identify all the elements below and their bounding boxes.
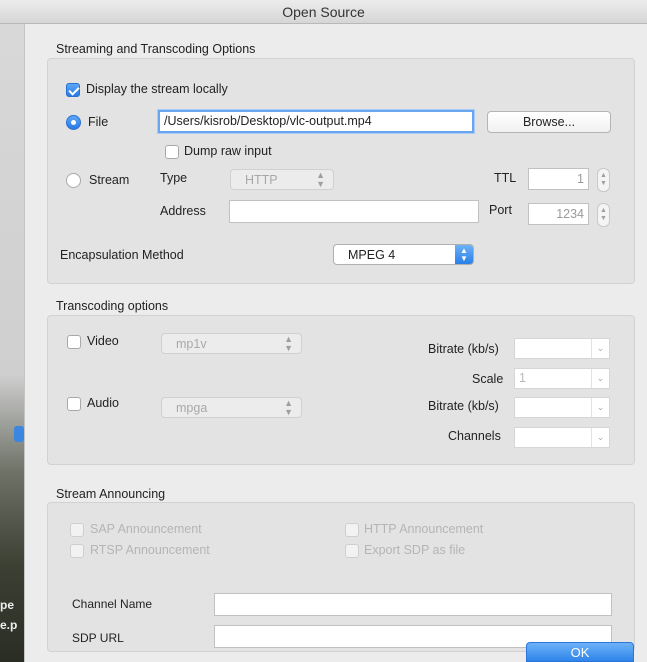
dump-raw-input-checkbox[interactable] [165, 145, 179, 159]
type-label: Type [160, 171, 188, 185]
address-input[interactable] [229, 200, 479, 223]
stepper-down-icon: ▼ [600, 180, 607, 187]
port-label: Port [489, 203, 512, 217]
file-path-input[interactable]: /Users/kisrob/Desktop/vlc-output.mp4 [158, 110, 474, 133]
http-announcement-checkbox[interactable] [345, 523, 359, 537]
stream-radio[interactable] [66, 173, 81, 188]
streaming-section-title: Streaming and Transcoding Options [56, 42, 256, 56]
stream-type-value: HTTP [245, 173, 278, 187]
stepper-up-icon: ▲ [600, 172, 607, 179]
announcing-group: SAP Announcement HTTP Announcement RTSP … [47, 502, 635, 652]
file-radio-label: File [88, 115, 109, 129]
stream-radio-label: Stream [89, 173, 130, 187]
background-text-fragment: e.p [0, 618, 18, 632]
audio-codec-value: mpga [176, 401, 208, 415]
background-window: pe e.p [0, 24, 24, 662]
streaming-group: Display the stream locally File /Users/k… [47, 58, 635, 284]
audio-label: Audio [87, 396, 119, 410]
stepper-up-icon: ▲ [600, 207, 607, 214]
scale-combo[interactable]: 1 ⌄ [514, 368, 610, 389]
scale-value: 1 [519, 371, 526, 385]
video-codec-select[interactable]: mp1v ▲ ▼ [161, 333, 302, 354]
background-text-fragment: pe [0, 598, 15, 612]
updown-arrows-icon: ▲ ▼ [284, 334, 293, 353]
ttl-input[interactable]: 1 [528, 168, 589, 190]
http-announcement-label: HTTP Announcement [364, 522, 484, 536]
encapsulation-select[interactable]: MPEG 4 ▲ ▼ [333, 244, 474, 265]
display-locally-label: Display the stream locally [86, 82, 228, 96]
open-source-sheet: Streaming and Transcoding Options Displa… [24, 24, 647, 662]
chevron-down-icon: ⌄ [591, 398, 609, 417]
browse-button[interactable]: Browse... [487, 111, 611, 133]
background-checkbox-fragment [14, 426, 24, 442]
updown-arrows-icon: ▲ ▼ [455, 245, 473, 264]
ok-button[interactable]: OK [526, 642, 634, 662]
dump-raw-input-label: Dump raw input [184, 144, 272, 158]
updown-arrows-icon: ▲ ▼ [284, 398, 293, 417]
stream-type-select[interactable]: HTTP ▲ ▼ [230, 169, 334, 190]
audio-codec-select[interactable]: mpga ▲ ▼ [161, 397, 302, 418]
video-bitrate-label: Bitrate (kb/s) [428, 342, 499, 356]
chevron-down-icon: ⌄ [591, 369, 609, 388]
sap-announcement-checkbox[interactable] [70, 523, 84, 537]
address-label: Address [160, 204, 206, 218]
rtsp-announcement-label: RTSP Announcement [90, 543, 210, 557]
video-checkbox[interactable] [67, 335, 81, 349]
audio-bitrate-combo[interactable]: ⌄ [514, 397, 610, 418]
file-radio[interactable] [66, 115, 81, 130]
channel-name-label: Channel Name [72, 597, 153, 611]
sdp-url-label: SDP URL [72, 631, 124, 645]
ttl-label: TTL [494, 171, 517, 185]
channel-name-input[interactable] [214, 593, 612, 616]
channels-combo[interactable]: ⌄ [514, 427, 610, 448]
transcoding-group: Video mp1v ▲ ▼ Bitrate (kb/s) ⌄ Scale 1 ⌄… [47, 315, 635, 465]
port-input[interactable]: 1234 [528, 203, 589, 225]
display-locally-checkbox[interactable] [66, 83, 80, 97]
export-sdp-label: Export SDP as file [364, 543, 466, 557]
video-bitrate-combo[interactable]: ⌄ [514, 338, 610, 359]
transcoding-section-title: Transcoding options [56, 299, 169, 313]
stepper-down-icon: ▼ [600, 215, 607, 222]
sap-announcement-label: SAP Announcement [90, 522, 202, 536]
scale-label: Scale [472, 372, 504, 386]
rtsp-announcement-checkbox[interactable] [70, 544, 84, 558]
window-title-bar: Open Source [0, 0, 647, 24]
chevron-down-icon: ⌄ [591, 428, 609, 447]
video-codec-value: mp1v [176, 337, 207, 351]
video-label: Video [87, 334, 119, 348]
announcing-section-title: Stream Announcing [56, 487, 166, 501]
encapsulation-value: MPEG 4 [348, 248, 396, 262]
channels-label: Channels [448, 429, 501, 443]
export-sdp-checkbox[interactable] [345, 544, 359, 558]
ttl-stepper[interactable]: ▲ ▼ [597, 168, 610, 192]
background-fragment [16, 400, 24, 414]
port-stepper[interactable]: ▲ ▼ [597, 203, 610, 227]
audio-checkbox[interactable] [67, 397, 81, 411]
audio-bitrate-label: Bitrate (kb/s) [428, 399, 499, 413]
updown-arrows-icon: ▲ ▼ [316, 170, 325, 189]
window-title: Open Source [282, 4, 365, 20]
chevron-down-icon: ⌄ [591, 339, 609, 358]
encapsulation-label: Encapsulation Method [60, 248, 184, 262]
